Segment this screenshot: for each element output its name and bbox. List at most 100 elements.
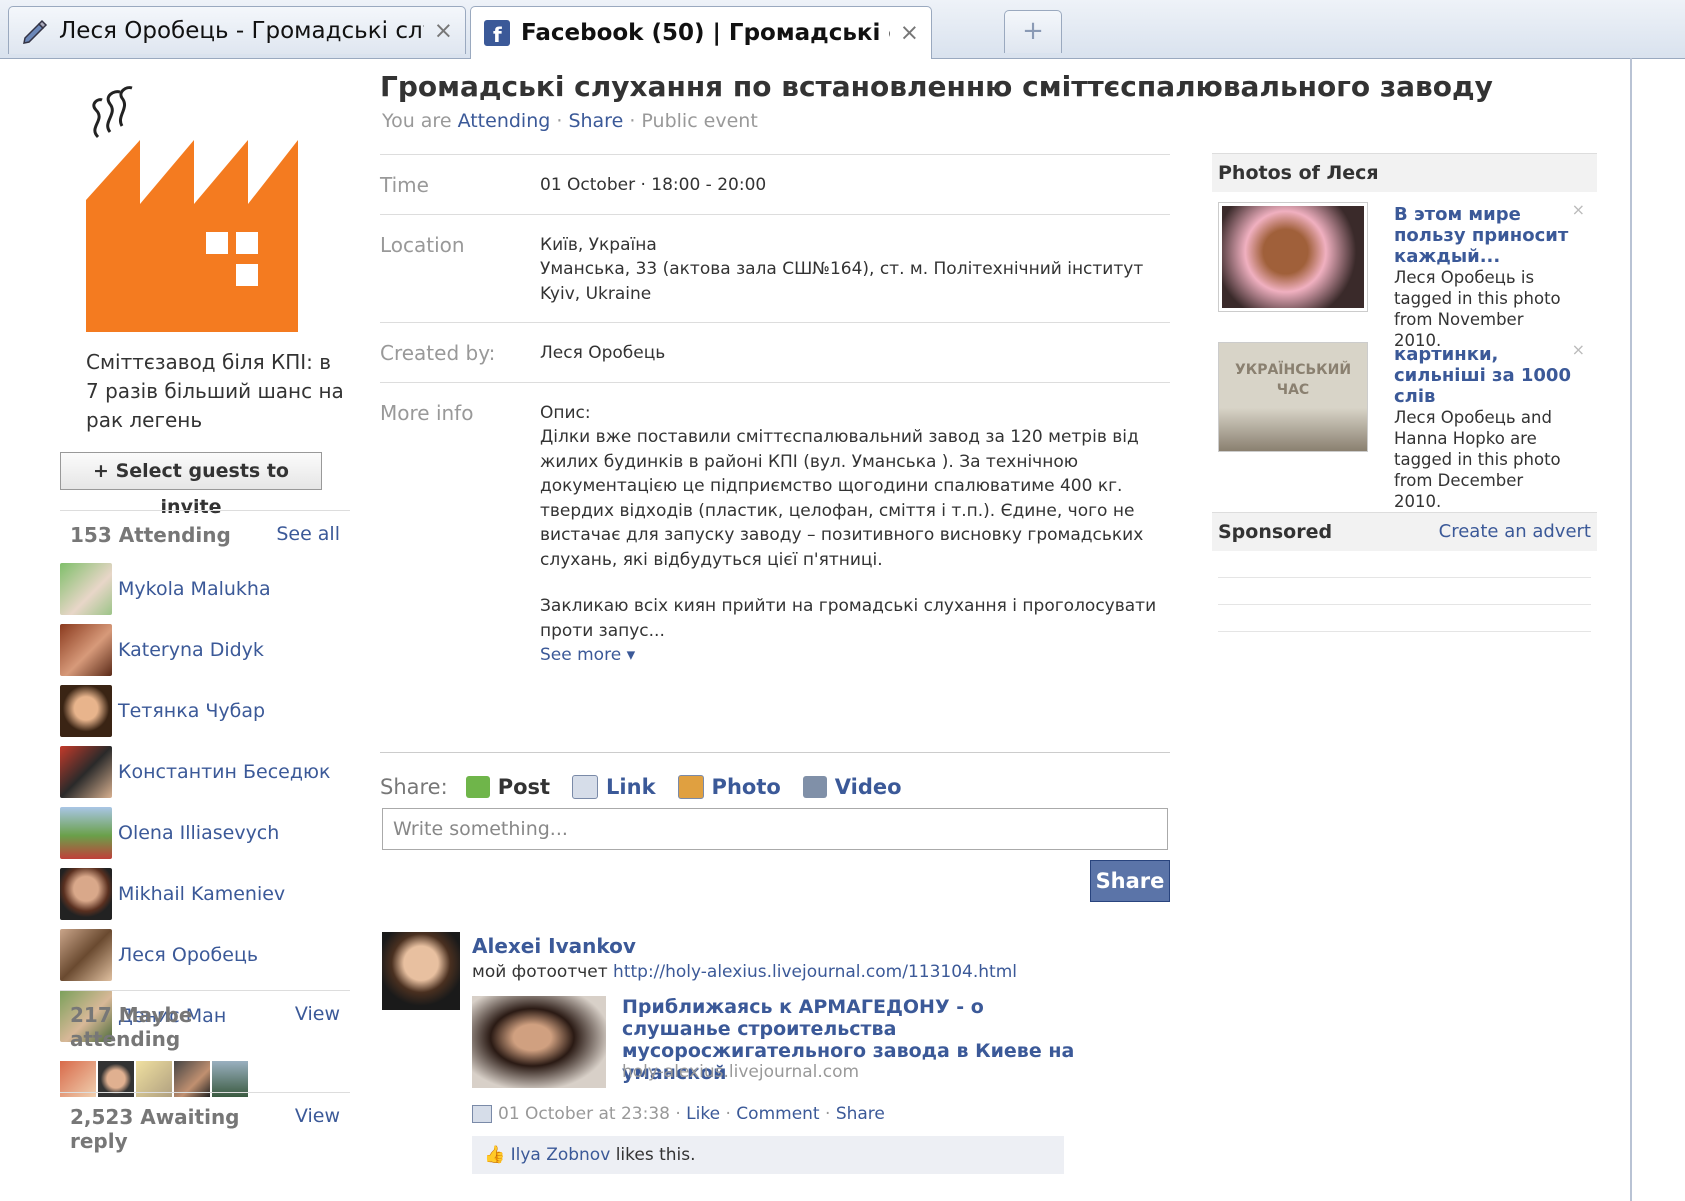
likes-suffix: likes this. <box>615 1145 696 1165</box>
liker-link[interactable]: Ilya Zobnov <box>511 1145 611 1165</box>
create-advert-link[interactable]: Create an advert <box>1439 513 1591 551</box>
factory-image[interactable] <box>86 140 298 332</box>
attendee-name[interactable]: Mikhail Kameniev <box>118 883 285 905</box>
avatar[interactable] <box>60 562 112 615</box>
info-value: Опис: Ділки вже поставили сміттєспалювал… <box>540 401 1170 668</box>
photo-caption: картинки, сильніші за 1000 слів Леся Оро… <box>1394 344 1574 512</box>
attending-link[interactable]: Attending <box>458 110 551 132</box>
attendee-item[interactable]: Olena Illiasevych <box>60 802 350 863</box>
attendee-name[interactable]: Константин Беседюк <box>118 761 330 783</box>
close-icon[interactable]: × <box>900 20 919 46</box>
photo-thumbnail[interactable]: УКРАЇНСЬКИЙ ЧАС <box>1218 342 1368 452</box>
attendee-name[interactable]: Kateryna Didyk <box>118 639 264 661</box>
attendee-name[interactable]: Тетянка Чубар <box>118 700 265 722</box>
post-icon <box>465 776 490 798</box>
description-text-2: Закликаю всіх киян прийти на громадські … <box>540 596 1157 641</box>
maybe-count: 217 Maybe attending <box>70 1003 193 1051</box>
select-guests-button[interactable]: + Select guests to invite <box>60 452 322 518</box>
location-country: Kyiv, Ukraine <box>540 283 652 304</box>
attendee-item[interactable]: Mykola Malukha <box>60 558 350 619</box>
post-input[interactable]: Write something... <box>382 808 1168 850</box>
attachment-thumbnail[interactable] <box>472 996 606 1088</box>
maybe-avatars <box>60 1051 350 1097</box>
message-link[interactable]: http://holy-alexius.livejournal.com/1131… <box>613 962 1017 982</box>
link-icon <box>572 775 599 799</box>
awaiting-view-link[interactable]: View <box>295 1105 340 1153</box>
facebook-icon: f <box>483 19 511 47</box>
attending-count: 153 Attending <box>70 523 231 547</box>
story-share-link[interactable]: Share <box>836 1104 885 1124</box>
tab-video[interactable]: Video <box>802 775 902 799</box>
photos-header-label: Photos of Леся <box>1218 162 1379 184</box>
photo-title[interactable]: В этом мире пользу приносит каждый... <box>1394 204 1574 267</box>
info-label: More info <box>380 400 474 425</box>
info-label: Location <box>380 232 465 257</box>
composer-tabs: Share: Post Link Photo Video <box>380 752 1170 799</box>
tab-post[interactable]: Post <box>465 775 551 799</box>
right-column: Photos of Леся В этом мире пользу принос… <box>1212 153 1597 632</box>
tab-photo[interactable]: Photo <box>677 775 781 799</box>
avatar[interactable] <box>60 806 112 859</box>
info-row-more: More info Опис: Ділки вже поставили сміт… <box>380 381 1170 684</box>
content-border <box>1630 58 1632 1201</box>
share-button[interactable]: Share <box>1090 860 1170 902</box>
info-value: 01 October · 18:00 - 20:00 <box>540 175 767 195</box>
location-city: Київ, Україна <box>540 234 657 255</box>
video-icon <box>802 776 827 798</box>
maybe-view-link[interactable]: View <box>295 1003 340 1051</box>
photo-thumbnail[interactable] <box>1218 202 1368 312</box>
avatar[interactable] <box>60 623 112 676</box>
maybe-section: 217 Maybe attending View <box>60 990 350 1097</box>
photo-item[interactable]: УКРАЇНСЬКИЙ ЧАС картинки, сильніші за 10… <box>1212 332 1597 511</box>
creator-link[interactable]: Леся Оробець <box>540 341 1170 366</box>
see-all-link[interactable]: See all <box>276 523 340 547</box>
event-caption: Сміттєзавод біля КПІ: в 7 разів більший … <box>86 350 344 432</box>
info-value: Київ, Україна Уманська, 33 (актова зала … <box>540 233 1170 307</box>
attendee-name[interactable]: Mykola Malukha <box>118 578 271 600</box>
thumbs-up-icon: 👍 <box>484 1145 506 1165</box>
tab-post-label: Post <box>497 775 551 799</box>
avatar[interactable] <box>60 867 112 920</box>
see-more-link[interactable]: See more ▾ <box>540 643 1170 668</box>
story-timestamp[interactable]: 01 October at 23:38 <box>498 1104 670 1124</box>
sponsored-header: Sponsored Create an advert <box>1212 512 1597 551</box>
attendee-item[interactable]: Константин Беседюк <box>60 741 350 802</box>
avatar[interactable] <box>60 684 112 737</box>
story-author[interactable]: Alexei Ivankov <box>472 934 636 958</box>
new-tab-button[interactable]: + <box>1004 10 1062 53</box>
share-event-link[interactable]: Share <box>568 110 623 132</box>
close-icon[interactable]: × <box>1572 340 1585 359</box>
share-label: Share: <box>380 775 448 799</box>
browser-tab-2[interactable]: f Facebook (50) | Громадські слух... × <box>470 6 932 59</box>
photos-header: Photos of Леся <box>1212 153 1597 192</box>
avatar[interactable] <box>60 928 112 981</box>
svg-text:f: f <box>493 23 502 46</box>
attendee-name[interactable]: Olena Illiasevych <box>118 822 279 844</box>
attendee-item[interactable]: Mikhail Kameniev <box>60 863 350 924</box>
photo-item[interactable]: В этом мире пользу приносит каждый... Ле… <box>1212 192 1597 350</box>
avatar[interactable] <box>60 745 112 798</box>
photo-title[interactable]: картинки, сильніші за 1000 слів <box>1394 344 1574 407</box>
photo-overlay-text: УКРАЇНСЬКИЙ ЧАС <box>1234 362 1352 398</box>
close-icon[interactable]: × <box>1572 200 1585 219</box>
tab-label: Facebook (50) | Громадські слух... <box>521 20 890 46</box>
divider <box>1218 604 1591 605</box>
like-link[interactable]: Like <box>686 1104 720 1124</box>
page-title: Громадські слухання по встановленню сміт… <box>380 70 1493 103</box>
close-icon[interactable]: × <box>434 18 453 44</box>
attending-section: 153 Attending See all <box>60 510 350 547</box>
story-meta: 01 October at 23:38 · Like · Comment · S… <box>472 1104 885 1124</box>
browser-tab-1[interactable]: Леся Оробець - Громадські слуха... × <box>8 6 466 54</box>
see-more-label[interactable]: See more <box>540 645 621 665</box>
attendee-name[interactable]: Леся Оробець <box>118 944 258 966</box>
photo-caption: В этом мире пользу приносит каждый... Ле… <box>1394 204 1574 351</box>
public-event-label: Public event <box>641 110 758 132</box>
comment-link[interactable]: Comment <box>736 1104 819 1124</box>
awaiting-section: 2,523 Awaiting reply View <box>60 1092 350 1153</box>
attendee-item[interactable]: Тетянка Чубар <box>60 680 350 741</box>
attendee-item[interactable]: Леся Оробець <box>60 924 350 985</box>
attendee-item[interactable]: Kateryna Didyk <box>60 619 350 680</box>
tab-link[interactable]: Link <box>572 775 656 799</box>
info-row-creator: Created by: Леся Оробець <box>380 322 1170 382</box>
avatar[interactable] <box>382 932 460 1010</box>
